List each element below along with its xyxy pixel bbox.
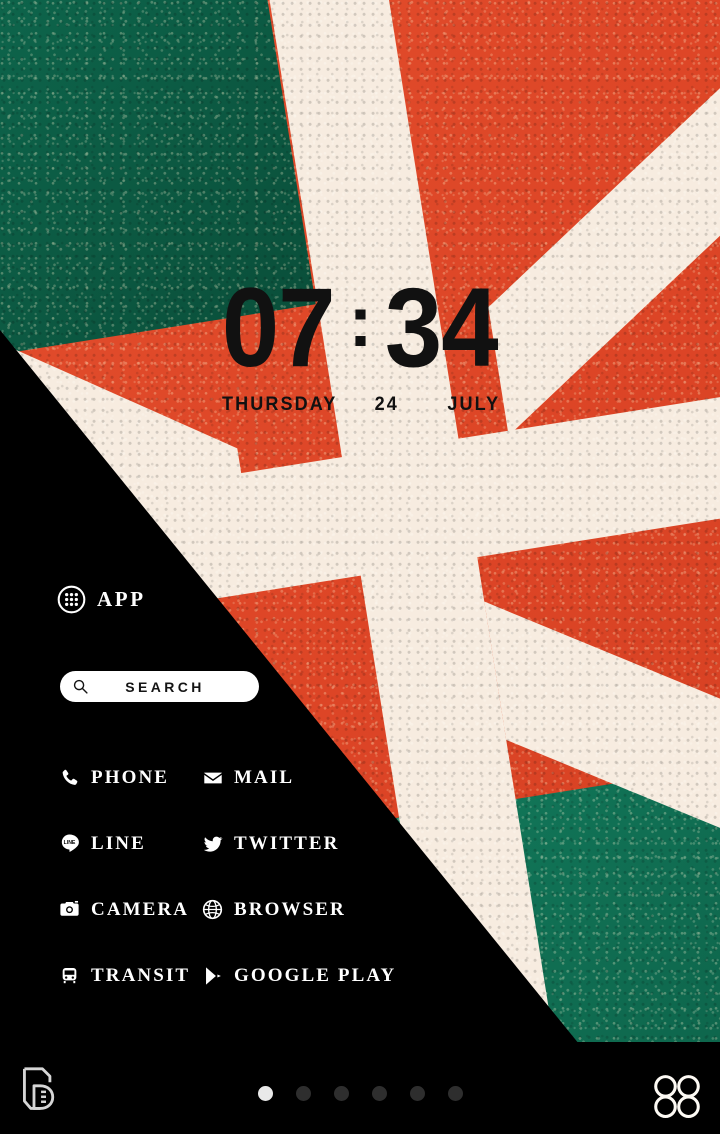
shortcut-line[interactable]: LINE LINE — [57, 831, 200, 856]
clock-time: 07 : 34 — [0, 272, 720, 384]
clock-hours: 07 — [221, 265, 336, 390]
clock-minutes: 34 — [385, 265, 499, 390]
search-input[interactable]: SEARCH — [89, 679, 247, 695]
svg-text:LINE: LINE — [64, 840, 76, 846]
camera-icon — [57, 897, 82, 922]
shortcut-label: GOOGLE PLAY — [234, 964, 397, 986]
mail-icon — [200, 765, 225, 790]
shortcut-label: PHONE — [91, 766, 170, 788]
phone-icon — [57, 765, 82, 790]
date-day: 24 — [374, 394, 400, 415]
date-month: JULY — [447, 394, 500, 415]
shortcut-phone[interactable]: PHONE — [57, 765, 200, 790]
page-dot[interactable] — [295, 1086, 311, 1101]
clock-widget[interactable]: 07 : 34 THURSDAY 24 JULY — [0, 272, 720, 416]
shortcut-twitter[interactable]: TWITTER — [200, 831, 340, 856]
clock-separator: : — [348, 282, 373, 362]
shortcut-row: PHONE MAIL — [57, 765, 457, 831]
shortcut-label: MAIL — [234, 766, 295, 788]
shortcut-google-play[interactable]: GOOGLE PLAY — [200, 963, 396, 988]
search-bar[interactable]: SEARCH — [60, 671, 259, 702]
app-drawer-button[interactable]: APP — [57, 585, 146, 614]
home-screen: 07 : 34 THURSDAY 24 JULY APP SEARCH PHON… — [0, 0, 720, 1134]
app-drawer-label: APP — [97, 587, 146, 611]
shortcut-row: TRANSIT GOOGLE PLAY — [57, 963, 457, 1029]
apps-grid-icon — [57, 585, 86, 614]
page-indicator[interactable] — [0, 1086, 720, 1101]
shortcut-mail[interactable]: MAIL — [200, 765, 294, 790]
line-icon: LINE — [57, 831, 82, 856]
shortcut-label: TWITTER — [234, 832, 340, 854]
shortcut-transit[interactable]: TRANSIT — [57, 963, 200, 988]
page-dot[interactable] — [447, 1086, 463, 1101]
shortcut-label: TRANSIT — [91, 964, 191, 986]
shortcut-row: LINE LINE TWITTER — [57, 831, 457, 897]
date-weekday: THURSDAY — [221, 394, 338, 415]
shortcut-camera[interactable]: CAMERA — [57, 897, 200, 922]
page-dot[interactable] — [371, 1086, 387, 1101]
shortcut-grid: PHONE MAIL LINE LINE TWITTER CAMERA BROW… — [57, 765, 457, 1029]
page-dot[interactable] — [257, 1086, 273, 1101]
shortcut-row: CAMERA BROWSER — [57, 897, 457, 963]
google-play-icon — [200, 963, 225, 988]
four-circles-grid-icon[interactable] — [650, 1073, 704, 1119]
shortcut-browser[interactable]: BROWSER — [200, 897, 346, 922]
page-dot[interactable] — [333, 1086, 349, 1101]
shortcut-label: CAMERA — [91, 898, 190, 920]
search-icon — [73, 679, 88, 694]
twitter-icon — [200, 831, 225, 856]
shortcut-label: LINE — [91, 832, 146, 854]
transit-icon — [57, 963, 82, 988]
clock-date: THURSDAY 24 JULY — [0, 394, 720, 416]
page-dot[interactable] — [409, 1086, 425, 1101]
shortcut-label: BROWSER — [234, 898, 346, 920]
globe-icon — [200, 897, 225, 922]
